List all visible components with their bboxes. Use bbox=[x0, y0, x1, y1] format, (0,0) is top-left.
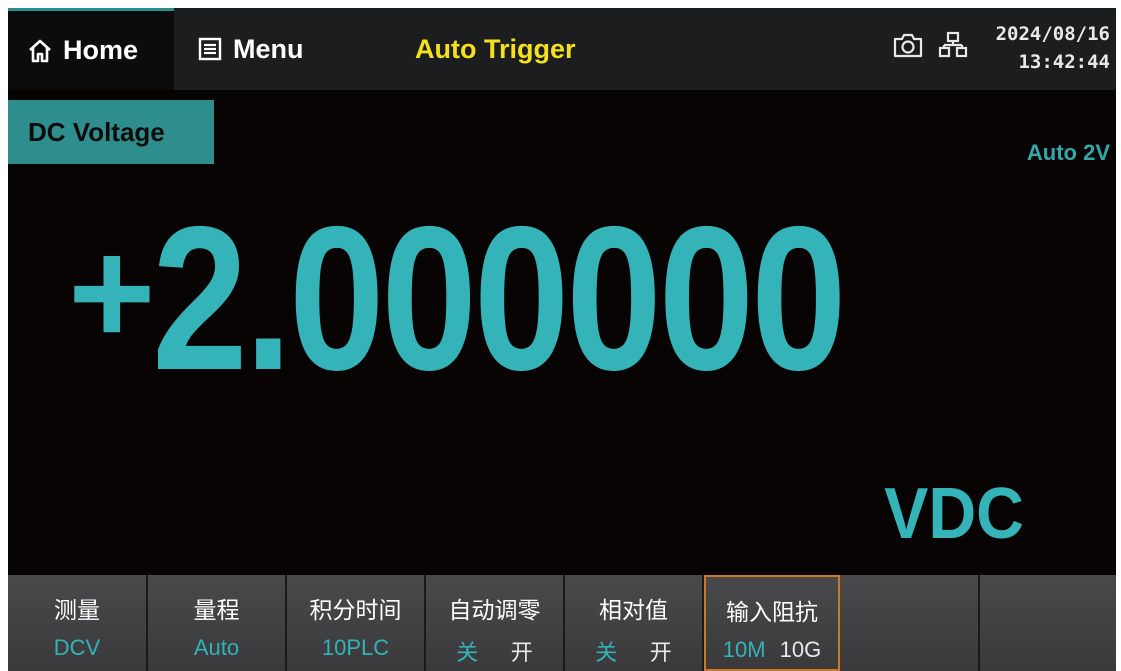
range-label: Auto 2V bbox=[1026, 140, 1110, 165]
status-icons bbox=[892, 30, 968, 60]
option-on[interactable]: 开 bbox=[650, 635, 672, 667]
reading-sign: + bbox=[68, 208, 156, 376]
unit-label: VDC bbox=[884, 474, 1024, 554]
camera-icon[interactable] bbox=[892, 30, 924, 60]
home-icon bbox=[26, 37, 54, 65]
softkey-empty-7[interactable] bbox=[840, 575, 980, 671]
softkey-options: 关 开 bbox=[565, 635, 702, 667]
option-10m[interactable]: 10M bbox=[723, 637, 766, 663]
softkey-options: 关 开 bbox=[426, 635, 563, 667]
menu-icon bbox=[196, 35, 224, 63]
home-tab[interactable]: Home bbox=[8, 8, 174, 90]
softkey-options: 10M 10G bbox=[706, 637, 838, 663]
function-badge[interactable]: DC Voltage bbox=[8, 100, 214, 164]
home-label: Home bbox=[63, 35, 139, 65]
datetime-display: 2024/08/16 13:42:44 bbox=[996, 20, 1110, 76]
option-10g[interactable]: 10G bbox=[780, 637, 822, 663]
reading-value: 2.000000 bbox=[151, 183, 847, 413]
option-off[interactable]: 关 bbox=[595, 635, 617, 667]
top-bar: Home Menu Auto Trigger 2024/08/16 13:42:… bbox=[8, 8, 1116, 90]
softkey-integration-time[interactable]: 积分时间 10PLC bbox=[287, 575, 426, 671]
option-off[interactable]: 关 bbox=[456, 635, 478, 667]
trigger-mode-label[interactable]: Auto Trigger bbox=[415, 8, 576, 90]
main-reading: + 2.000000 bbox=[68, 188, 1108, 408]
softkey-value: DCV bbox=[53, 635, 101, 660]
instrument-screen: Home Menu Auto Trigger 2024/08/16 13:42:… bbox=[8, 8, 1116, 671]
softkey-bar: 测量 DCV 量程 Auto 积分时间 10PLC 自动调零 关 开 相对值 关… bbox=[8, 575, 1116, 671]
softkey-input-impedance[interactable]: 输入阻抗 10M 10G bbox=[704, 575, 840, 671]
network-icon[interactable] bbox=[938, 30, 968, 60]
softkey-title: 测量 bbox=[54, 598, 100, 624]
menu-label: Menu bbox=[233, 33, 304, 64]
time-text: 13:42:44 bbox=[1018, 51, 1110, 73]
date-text: 2024/08/16 bbox=[995, 23, 1110, 45]
softkey-auto-zero[interactable]: 自动调零 关 开 bbox=[426, 575, 565, 671]
softkey-value: Auto bbox=[193, 635, 240, 660]
softkey-title: 积分时间 bbox=[309, 598, 402, 624]
softkey-title: 自动调零 bbox=[448, 598, 541, 624]
softkey-title: 输入阻抗 bbox=[726, 600, 818, 626]
softkey-relative[interactable]: 相对值 关 开 bbox=[565, 575, 704, 671]
softkey-empty-8[interactable] bbox=[980, 575, 1116, 671]
softkey-value: 10PLC bbox=[321, 635, 390, 660]
menu-tab[interactable]: Menu bbox=[174, 8, 364, 90]
softkey-title: 相对值 bbox=[599, 598, 668, 624]
softkey-measure[interactable]: 测量 DCV bbox=[8, 575, 148, 671]
softkey-title: 量程 bbox=[193, 598, 240, 624]
softkey-range[interactable]: 量程 Auto bbox=[148, 575, 287, 671]
option-on[interactable]: 开 bbox=[511, 635, 533, 667]
